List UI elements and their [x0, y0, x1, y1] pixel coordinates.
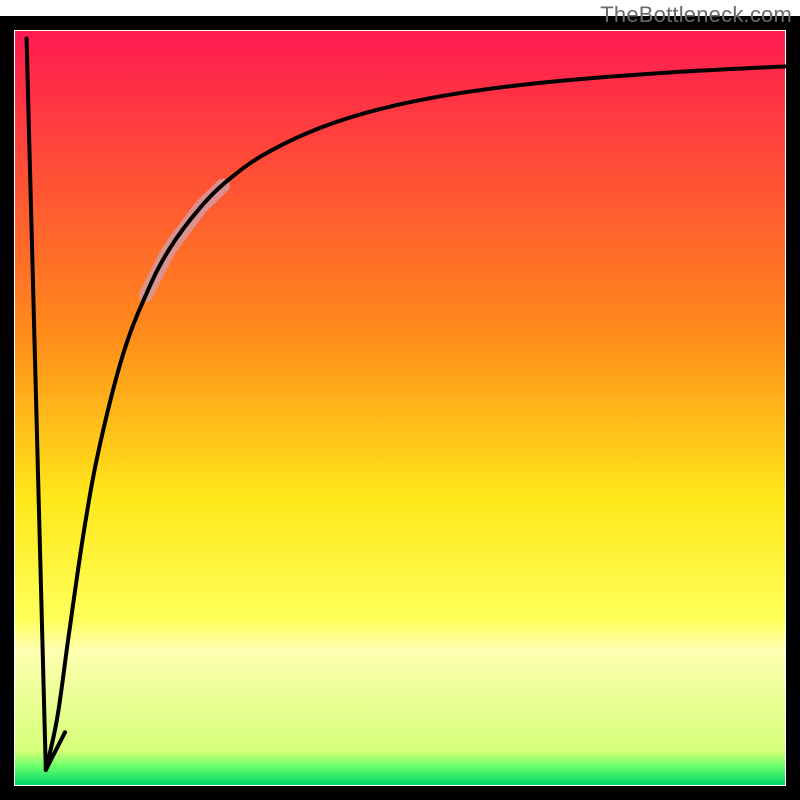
gradient-background [15, 31, 785, 785]
watermark-label: TheBottleneck.com [600, 2, 792, 28]
chart-container: TheBottleneck.com [0, 0, 800, 800]
bottleneck-chart [0, 0, 800, 800]
plot-area [7, 23, 793, 793]
